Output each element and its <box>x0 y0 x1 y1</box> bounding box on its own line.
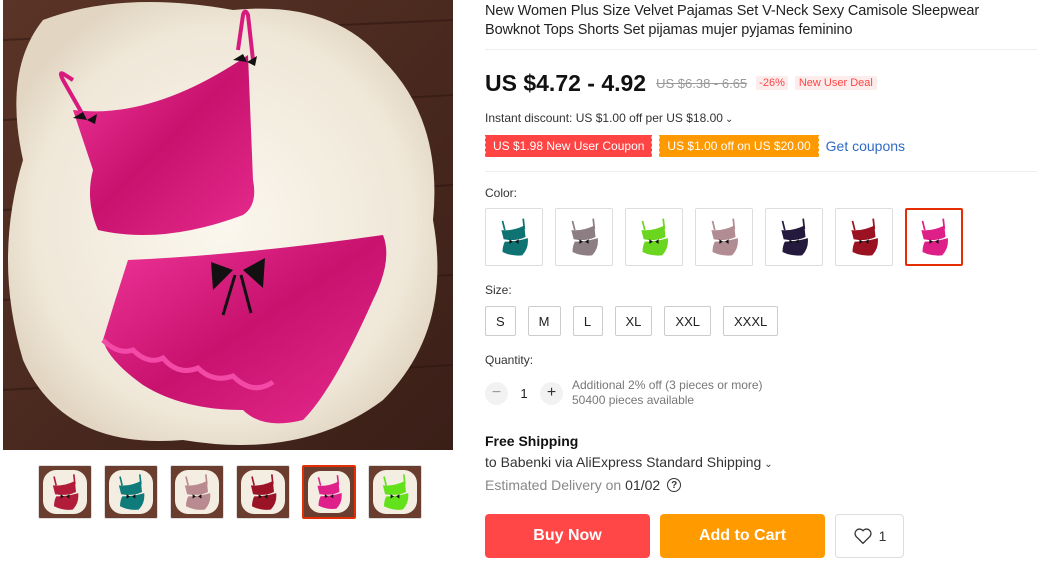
price-row: US $4.72 - 4.92 US $6.38 - 6.65 -26% New… <box>485 68 1037 98</box>
shipping-section: Free Shipping to Babenki via AliExpress … <box>485 433 1037 493</box>
estimated-delivery-label: Estimated Delivery on <box>485 477 622 493</box>
chevron-down-icon: ⌄ <box>764 459 773 470</box>
color-option-rose[interactable] <box>905 208 963 266</box>
new-user-deal-badge: New User Deal <box>794 76 877 90</box>
color-option-teal[interactable] <box>485 208 543 266</box>
buy-now-button[interactable]: Buy Now <box>485 514 650 558</box>
divider <box>485 171 1037 172</box>
multicolor-pajama-thumb <box>43 470 87 514</box>
quantity-stepper: − 1 + Additional 2% off (3 pieces or mor… <box>485 378 1037 408</box>
rose-pajama-thumb <box>308 471 350 513</box>
wishlist-count: 1 <box>878 528 887 544</box>
quantity-plus-button[interactable]: + <box>540 381 563 405</box>
shipping-destination[interactable]: to Babenki via AliExpress Standard Shipp… <box>485 454 1037 470</box>
product-title: New Women Plus Size Velvet Pajamas Set V… <box>485 3 980 38</box>
help-icon[interactable]: ? <box>667 478 682 492</box>
size-option-xl[interactable]: XL <box>614 306 653 336</box>
bulk-discount-note: Additional 2% off (3 pieces or more) <box>572 378 763 392</box>
add-to-cart-button[interactable]: Add to Cart <box>660 514 825 558</box>
pink-pajama-thumb <box>175 470 219 514</box>
color-option-navy[interactable] <box>765 208 823 266</box>
current-price: US $4.72 - 4.92 <box>485 69 647 96</box>
instant-discount-label: Instant discount: US $1.00 off per US $1… <box>485 111 723 125</box>
thumbnail-image[interactable] <box>104 465 158 519</box>
size-option-xxxl[interactable]: XXXL <box>723 306 779 336</box>
wine-pajama-thumb <box>241 470 285 514</box>
thumbnail-image[interactable] <box>236 465 290 519</box>
action-buttons: Buy Now Add to Cart 1 <box>485 514 1037 558</box>
original-price: US $6.38 - 6.65 <box>656 75 748 91</box>
get-coupons-link[interactable]: Get coupons <box>826 138 905 154</box>
chevron-down-icon: ⌄ <box>724 114 734 125</box>
estimated-delivery-date: 01/02 <box>625 477 661 493</box>
teal-pajama-thumb <box>109 470 153 514</box>
green-pajama-thumb <box>373 470 417 514</box>
stock-available: 50400 pieces available <box>572 393 695 407</box>
store-coupon[interactable]: US $1.00 off on US $20.00 <box>658 134 819 157</box>
heart-icon <box>853 528 872 545</box>
divider <box>485 49 1037 50</box>
size-options: S M L XL XXL XXXL <box>485 306 1037 336</box>
quantity-minus-button[interactable]: − <box>485 381 508 405</box>
size-label: Size: <box>485 283 512 297</box>
color-option-pink[interactable] <box>695 208 753 266</box>
color-option-gray[interactable] <box>555 208 613 266</box>
shipping-title: Free Shipping <box>485 433 579 449</box>
color-option-green[interactable] <box>625 208 683 266</box>
size-option-m[interactable]: M <box>527 306 561 336</box>
size-option-l[interactable]: L <box>572 306 603 336</box>
new-user-coupon[interactable]: US $1.98 New User Coupon <box>483 134 653 157</box>
thumbnail-image[interactable] <box>170 465 224 519</box>
thumbnail-strip <box>38 465 422 519</box>
thumbnail-image[interactable] <box>38 465 92 519</box>
thumbnail-image[interactable] <box>368 465 422 519</box>
pajama-photo-illustration <box>3 0 453 450</box>
size-option-xxl[interactable]: XXL <box>664 306 711 336</box>
product-info: New Women Plus Size Velvet Pajamas Set V… <box>483 0 1037 558</box>
quantity-label: Quantity: <box>485 353 534 367</box>
thumbnail-image[interactable] <box>302 465 356 519</box>
coupon-row: US $1.98 New User Coupon US $1.00 off on… <box>483 134 1037 157</box>
size-option-s[interactable]: S <box>485 306 516 336</box>
instant-discount[interactable]: Instant discount: US $1.00 off per US $1… <box>485 111 1037 125</box>
shipping-destination-label: to Babenki via AliExpress Standard Shipp… <box>485 454 762 470</box>
wishlist-button[interactable]: 1 <box>835 514 904 558</box>
main-product-image[interactable] <box>3 0 453 450</box>
quantity-note: Additional 2% off (3 pieces or more) 504… <box>572 378 763 408</box>
color-label: Color: <box>485 186 518 200</box>
quantity-value[interactable]: 1 <box>508 386 540 401</box>
estimated-delivery: Estimated Delivery on 01/02 ? <box>485 477 1037 493</box>
discount-badge: -26% <box>756 76 788 90</box>
color-options <box>485 208 1037 266</box>
color-option-wine-red[interactable] <box>835 208 893 266</box>
